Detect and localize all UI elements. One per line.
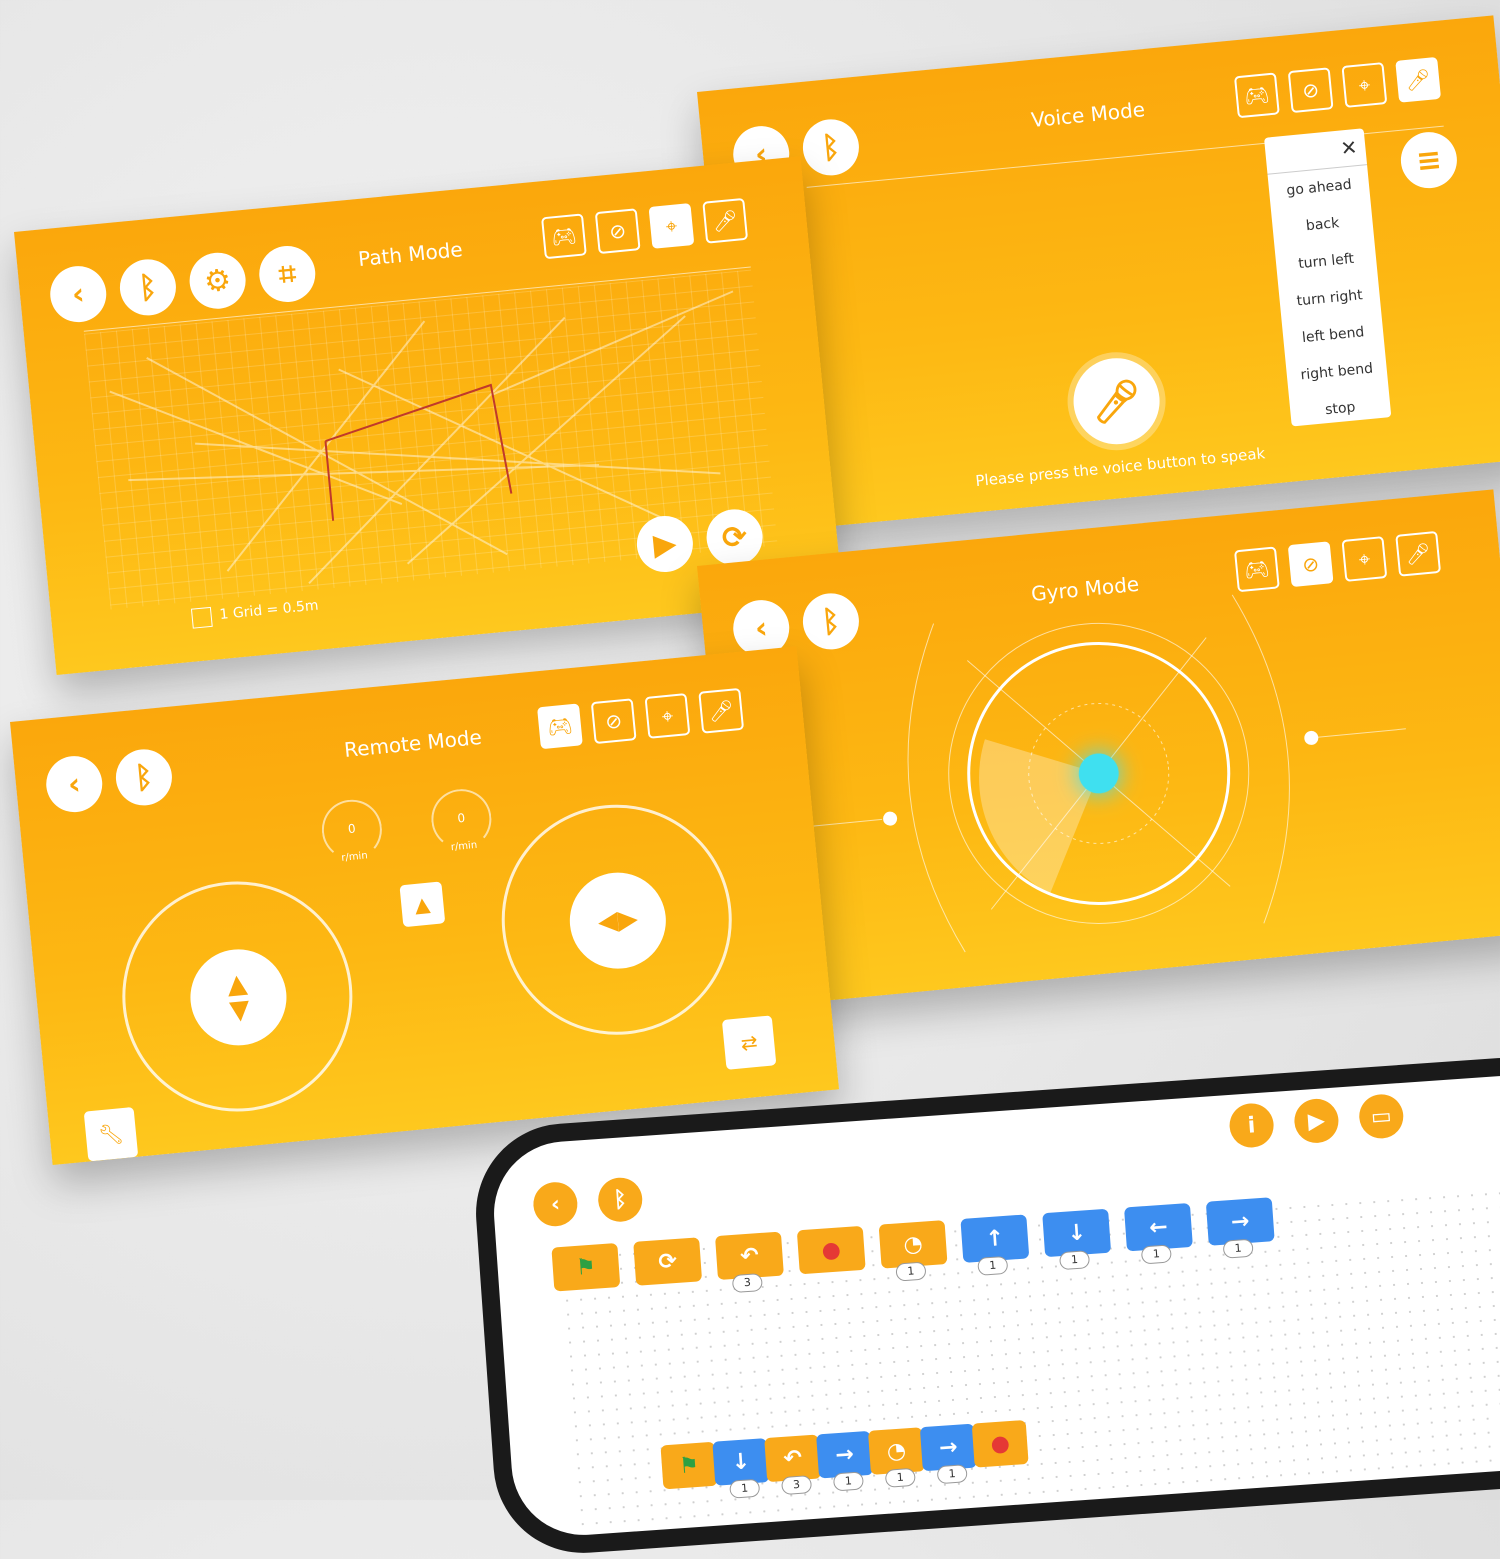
flag-icon: ⚑ — [575, 1254, 597, 1281]
block-flag[interactable]: ⚑ — [660, 1441, 718, 1490]
remote-mode-panel: ‹ ᛒ Remote Mode 🎮︎ ⊘ ⌖ 🎤︎ 0 r/min 0 r/mi… — [10, 646, 840, 1165]
phone-device: ‹ ᛒ i ▶ ▭ ⚑ ⟳ ↶ 3 ● ◔ 1 ↑ 1 ↓ 1 ← 1 → 1 ⚑ ↓ 1 ↶ 3 → 1 ◔ 1 → 1 ● — [470, 1051, 1500, 1559]
crop-button[interactable]: ⌗ — [256, 243, 318, 305]
block-count[interactable]: 1 — [832, 1471, 865, 1492]
swap-button[interactable]: ⇄ — [721, 1015, 777, 1070]
block-right[interactable]: → 1 — [1205, 1197, 1275, 1259]
back-button[interactable]: ‹ — [43, 753, 105, 815]
coding-screen: ‹ ᛒ i ▶ ▭ ⚑ ⟳ ↶ 3 ● ◔ 1 ↑ 1 ↓ 1 ← 1 → 1 ⚑ ↓ 1 ↶ 3 → 1 ◔ 1 → 1 ● — [489, 1071, 1500, 1540]
block-repeat[interactable]: ↶ 3 — [715, 1231, 784, 1294]
path-icon[interactable]: ⌖ — [1341, 62, 1388, 108]
mic-icon[interactable]: 🎤︎ — [698, 687, 745, 734]
mode-switcher: 🎮︎ ⊘ ⌖ 🎤︎ — [537, 687, 745, 750]
bluetooth-button[interactable]: ᛒ — [117, 256, 179, 318]
block-forward[interactable]: ↑ 1 — [960, 1214, 1030, 1276]
bluetooth-button[interactable]: ᛒ — [113, 746, 175, 808]
gyro-icon[interactable]: ⊘ — [590, 698, 637, 745]
throttle-joystick[interactable]: ▲ ▼ — [111, 870, 363, 1122]
mic-icon[interactable]: 🎤︎ — [702, 197, 749, 244]
settings-button[interactable]: ⚙ — [187, 250, 249, 312]
mic-icon[interactable]: 🎤︎ — [1395, 56, 1442, 103]
block-count[interactable]: 3 — [731, 1273, 763, 1294]
block-count[interactable]: 1 — [1222, 1238, 1254, 1259]
right-icon: → — [938, 1434, 959, 1461]
page-title: Voice Mode — [1030, 97, 1146, 133]
bluetooth-button[interactable]: ᛒ — [596, 1176, 644, 1224]
left-icon: ← — [1148, 1214, 1169, 1241]
menu-button[interactable]: ≡ — [1398, 129, 1460, 191]
block-count[interactable]: 1 — [977, 1255, 1009, 1276]
block-count[interactable]: 1 — [936, 1464, 968, 1485]
run-button[interactable]: ▶ — [1292, 1097, 1340, 1145]
gamepad-icon[interactable]: 🎮︎ — [537, 703, 583, 750]
block-stop[interactable]: ● — [971, 1419, 1029, 1468]
up-down-handle[interactable]: ▲ ▼ — [186, 944, 291, 1050]
wrench-button[interactable]: 🔧︎ — [83, 1106, 139, 1162]
path-icon[interactable]: ⌖ — [644, 693, 691, 739]
block-wait[interactable]: ◔ 1 — [867, 1427, 925, 1488]
block-backward[interactable]: ↓ 1 — [712, 1438, 770, 1499]
gyro-sweep — [979, 739, 1099, 894]
boost-button[interactable]: ▲ — [399, 881, 446, 928]
mode-switcher: 🎮︎ ⊘ ⌖ 🎤︎ — [1233, 56, 1442, 119]
gamepad-icon[interactable]: 🎮︎ — [541, 213, 587, 260]
back-button[interactable]: ‹ — [531, 1180, 579, 1228]
block-count[interactable]: 1 — [895, 1261, 927, 1282]
block-count[interactable]: 3 — [780, 1475, 813, 1496]
block-left[interactable]: ← 1 — [1124, 1202, 1193, 1265]
grid-scale-label: 1 Grid = 0.5m — [218, 597, 320, 624]
block-count[interactable]: 1 — [729, 1478, 761, 1499]
grid-scale-checkbox[interactable] — [190, 606, 213, 629]
block-loop[interactable]: ⟳ — [633, 1237, 703, 1286]
save-button[interactable]: ▭ — [1357, 1092, 1405, 1140]
page-title: Remote Mode — [343, 724, 483, 763]
gyro-icon[interactable]: ⊘ — [594, 208, 641, 255]
stop-icon: ● — [820, 1236, 842, 1264]
loop-icon: ⟳ — [657, 1248, 678, 1275]
voice-hint: Please press the voice button to speak — [974, 444, 1266, 491]
info-button[interactable]: i — [1228, 1101, 1276, 1149]
flag-icon: ⚑ — [678, 1452, 700, 1479]
gamepad-icon[interactable]: 🎮︎ — [1233, 72, 1280, 119]
block-count[interactable]: 1 — [1140, 1244, 1172, 1265]
steering-joystick[interactable]: ◀▶ — [491, 794, 743, 1046]
wait-icon: ◔ — [885, 1437, 907, 1465]
backward-icon: ↓ — [730, 1448, 751, 1476]
block-backward[interactable]: ↓ 1 — [1042, 1208, 1112, 1271]
left-speed-gauge: 0 r/min — [319, 796, 385, 864]
right-icon: → — [1230, 1208, 1251, 1235]
back-button[interactable]: ‹ — [47, 263, 109, 325]
block-stop[interactable]: ● — [796, 1225, 866, 1275]
gyro-icon[interactable]: ⊘ — [1287, 67, 1334, 114]
right-speed-gauge: 0 r/min — [428, 786, 495, 854]
page-title: Path Mode — [357, 237, 464, 272]
repeat-icon: ↶ — [739, 1242, 760, 1269]
speed-unit: r/min — [450, 839, 478, 854]
voice-record-button[interactable]: 🎤︎ — [1069, 354, 1164, 449]
left-right-handle[interactable]: ◀▶ — [565, 868, 671, 974]
right-icon: → — [834, 1441, 855, 1468]
backward-icon: ↓ — [1066, 1219, 1087, 1247]
block-repeat[interactable]: ↶ 3 — [764, 1434, 822, 1496]
forward-icon: ↑ — [984, 1225, 1005, 1252]
block-wait[interactable]: ◔ 1 — [878, 1220, 948, 1282]
wait-icon: ◔ — [902, 1231, 924, 1258]
repeat-icon: ↶ — [782, 1445, 803, 1472]
block-flag[interactable]: ⚑ — [551, 1243, 621, 1292]
right-speed-value: 0 — [456, 810, 466, 826]
speed-unit: r/min — [340, 850, 369, 864]
path-icon[interactable]: ⌖ — [648, 203, 695, 249]
left-speed-value: 0 — [347, 821, 357, 837]
stop-icon: ● — [989, 1430, 1011, 1457]
mode-switcher: 🎮︎ ⊘ ⌖ 🎤︎ — [541, 197, 749, 260]
bluetooth-button[interactable]: ᛒ — [800, 116, 862, 178]
block-right[interactable]: → 1 — [816, 1430, 874, 1492]
block-count[interactable]: 1 — [1058, 1250, 1091, 1271]
block-right[interactable]: → 1 — [919, 1423, 977, 1485]
voice-command-list: ✕ go ahead back turn left turn right lef… — [1264, 128, 1392, 427]
block-count[interactable]: 1 — [884, 1467, 916, 1488]
